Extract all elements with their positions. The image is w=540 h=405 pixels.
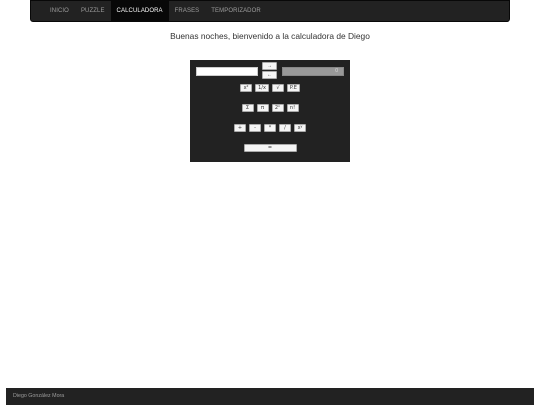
subtract-button[interactable]: - — [249, 124, 261, 132]
function-row-2: Σ π 2ⁿ n! — [190, 104, 350, 112]
nav-item-temporizador[interactable]: TEMPORIZADOR — [205, 1, 267, 22]
arrow-right-button[interactable]: → — [262, 62, 277, 70]
divide-button[interactable]: / — [279, 124, 291, 132]
equals-button[interactable]: = — [243, 144, 297, 152]
welcome-heading: Buenas noches, bienvenido a la calculado… — [170, 31, 370, 41]
top-navbar: INICIO PUZZLE CALCULADORA FRASES TEMPORI… — [30, 0, 510, 22]
nav-item-frases[interactable]: FRASES — [169, 1, 206, 22]
equals-row: = — [190, 144, 350, 152]
result-display: 0 — [282, 67, 344, 76]
sqrt-button[interactable]: √ — [271, 84, 284, 92]
add-button[interactable]: + — [234, 124, 246, 132]
pi-button[interactable]: π — [256, 104, 269, 112]
nav-item-puzzle[interactable]: PUZZLE — [75, 1, 111, 22]
arrow-left-button[interactable]: ← — [262, 71, 277, 79]
sum-button[interactable]: Σ — [241, 104, 254, 112]
operator-row: + - * / xʸ — [190, 124, 350, 132]
square-button[interactable]: x² — [240, 84, 253, 92]
number-input[interactable] — [196, 67, 258, 76]
power-button[interactable]: xʸ — [294, 124, 306, 132]
function-row-1: x² 1/x √ P.E — [190, 84, 350, 92]
nav-list: INICIO PUZZLE CALCULADORA FRASES TEMPORI… — [44, 1, 267, 22]
multiply-button[interactable]: * — [264, 124, 276, 132]
footer: Diego González Mora — [6, 388, 534, 405]
power-of-two-button[interactable]: 2ⁿ — [271, 104, 284, 112]
calculator-panel: → ← 0 x² 1/x √ P.E Σ π 2ⁿ n! + - * / xʸ … — [190, 60, 350, 162]
reciprocal-button[interactable]: 1/x — [255, 84, 269, 92]
pe-button[interactable]: P.E — [286, 84, 300, 92]
factorial-button[interactable]: n! — [286, 104, 299, 112]
nav-item-calculadora[interactable]: CALCULADORA — [110, 1, 169, 22]
nav-item-inicio[interactable]: INICIO — [44, 1, 75, 22]
footer-author: Diego González Mora — [13, 393, 65, 399]
